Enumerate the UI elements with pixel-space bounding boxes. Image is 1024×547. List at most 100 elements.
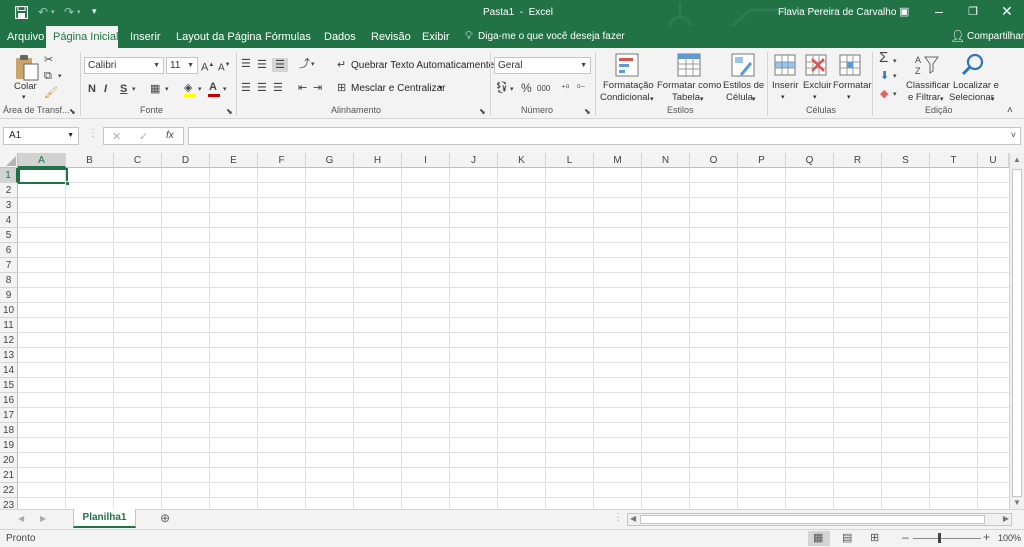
column-header-S[interactable]: S	[882, 153, 930, 168]
cell-styles-label-1[interactable]: Estilos de	[723, 80, 764, 92]
bold-button[interactable]: N	[88, 82, 96, 96]
column-header-D[interactable]: D	[162, 153, 210, 168]
insert-cells-button[interactable]: Inserir	[772, 80, 798, 92]
row-header-6[interactable]: 6	[0, 243, 18, 258]
row-header-8[interactable]: 8	[0, 273, 18, 288]
borders-dropdown-icon[interactable]: ▾	[165, 83, 169, 97]
comma-style-button[interactable]: 000	[537, 82, 550, 96]
wrap-text-button[interactable]: Quebrar Texto Automaticamente	[351, 60, 494, 71]
accounting-format-icon[interactable]: 💱︎	[495, 81, 509, 95]
row-header-22[interactable]: 22	[0, 483, 18, 498]
row-header-7[interactable]: 7	[0, 258, 18, 273]
sort-filter-label-1[interactable]: Classificar	[906, 80, 950, 92]
row-header-11[interactable]: 11	[0, 318, 18, 333]
font-color-icon[interactable]: A	[209, 80, 217, 94]
tab-revisao[interactable]: Revisão	[364, 26, 418, 48]
format-as-table-icon[interactable]	[677, 53, 703, 79]
align-bottom-icon[interactable]: ☰	[272, 58, 288, 72]
column-header-F[interactable]: F	[258, 153, 306, 168]
row-header-14[interactable]: 14	[0, 363, 18, 378]
fill-color-icon[interactable]: ◈	[184, 81, 192, 95]
delete-cells-icon[interactable]	[805, 53, 827, 77]
insert-function-icon[interactable]: fx	[166, 130, 174, 141]
horizontal-scroll-thumb[interactable]	[640, 515, 985, 524]
column-header-J[interactable]: J	[450, 153, 498, 168]
increase-font-icon[interactable]: A▲	[201, 58, 214, 75]
conditional-formatting-label-2[interactable]: Condicional	[600, 92, 650, 104]
row-header-4[interactable]: 4	[0, 213, 18, 228]
paste-dropdown-icon[interactable]: ▾	[22, 92, 26, 104]
chevron-down-icon[interactable]: ▾	[752, 94, 756, 106]
close-icon[interactable]: ✕	[1001, 3, 1013, 20]
ribbon-display-options-icon[interactable]: ▣	[899, 5, 909, 18]
find-select-label-1[interactable]: Localizar e	[953, 80, 999, 92]
row-header-1[interactable]: 1	[0, 168, 18, 183]
font-launcher-icon[interactable]: ⬊	[226, 105, 233, 119]
chevron-down-icon[interactable]: ▾	[991, 94, 995, 106]
tab-pagina-inicial[interactable]: Página Inicial	[46, 26, 118, 48]
italic-button[interactable]: I	[104, 82, 107, 96]
chevron-down-icon[interactable]: ▾	[847, 92, 851, 104]
user-name[interactable]: Flavia Pereira de Carvalho	[778, 7, 896, 18]
orientation-icon[interactable]: ⤴	[299, 57, 310, 71]
format-cells-icon[interactable]	[839, 53, 861, 77]
scroll-left-icon[interactable]: ◀	[630, 514, 636, 523]
wrap-text-icon[interactable]: ↵	[337, 58, 346, 72]
underline-button[interactable]: S	[120, 82, 127, 96]
align-right-icon[interactable]: ☰	[273, 81, 283, 95]
zoom-in-icon[interactable]: +	[983, 530, 990, 544]
zoom-slider-thumb[interactable]	[938, 533, 941, 543]
tab-inserir[interactable]: Inserir	[123, 26, 168, 48]
restore-icon[interactable]: ❐	[968, 5, 978, 18]
row-header-23[interactable]: 23	[0, 498, 18, 509]
column-header-U[interactable]: U	[978, 153, 1009, 168]
paste-icon[interactable]	[14, 53, 40, 81]
increase-indent-icon[interactable]: ⇥	[313, 81, 322, 95]
align-left-icon[interactable]: ☰	[241, 81, 251, 95]
name-box[interactable]: A1 ▼	[3, 127, 79, 145]
row-header-10[interactable]: 10	[0, 303, 18, 318]
row-header-16[interactable]: 16	[0, 393, 18, 408]
zoom-out-icon[interactable]: –	[902, 530, 909, 544]
column-header-N[interactable]: N	[642, 153, 690, 168]
zoom-level[interactable]: 100%	[998, 533, 1021, 543]
collapse-ribbon-icon[interactable]: ˄	[1007, 104, 1013, 118]
scroll-down-icon[interactable]: ▼	[1013, 498, 1021, 507]
row-header-19[interactable]: 19	[0, 438, 18, 453]
alignment-launcher-icon[interactable]: ⬊	[479, 105, 486, 119]
worksheet-grid[interactable]: ABCDEFGHIJKLMNOPQRSTU 1 2 3 4 5 6 7 8 9 10 11 12 13 1…	[0, 153, 1024, 509]
share-button[interactable]: Compartilhar	[967, 31, 1024, 42]
decrease-indent-icon[interactable]: ⇤	[298, 81, 307, 95]
column-header-B[interactable]: B	[66, 153, 114, 168]
column-header-T[interactable]: T	[930, 153, 978, 168]
next-sheet-icon[interactable]: ▶	[40, 514, 46, 523]
column-header-G[interactable]: G	[306, 153, 354, 168]
redo-icon[interactable]: ↷	[64, 5, 74, 19]
tell-me-search[interactable]: Diga-me o que você deseja fazer	[478, 31, 625, 42]
merge-center-button[interactable]: Mesclar e Centralizar	[351, 83, 445, 94]
redo-dropdown-icon[interactable]: ▾	[77, 8, 81, 16]
column-header-I[interactable]: I	[402, 153, 450, 168]
tab-dados[interactable]: Dados	[317, 26, 363, 48]
merge-center-icon[interactable]: ⊞	[337, 81, 346, 95]
sheet-tab-planilha1[interactable]: Planilha1	[73, 509, 136, 528]
column-header-H[interactable]: H	[354, 153, 402, 168]
row-header-15[interactable]: 15	[0, 378, 18, 393]
format-as-table-label-2[interactable]: Tabela	[672, 92, 700, 104]
formula-input[interactable]: ˅	[188, 127, 1021, 145]
scroll-right-icon[interactable]: ▶	[1003, 514, 1009, 523]
borders-icon[interactable]: ▦	[150, 82, 160, 96]
find-select-label-2[interactable]: Selecionar	[949, 92, 994, 104]
fill-icon[interactable]: ⬇	[880, 69, 889, 83]
cancel-icon[interactable]: ✕	[112, 130, 121, 143]
increase-decimal-icon[interactable]: ⁺⁰	[561, 81, 569, 95]
row-header-18[interactable]: 18	[0, 423, 18, 438]
row-header-20[interactable]: 20	[0, 453, 18, 468]
sort-filter-icon[interactable]: A Z	[915, 53, 939, 77]
column-header-C[interactable]: C	[114, 153, 162, 168]
fill-handle[interactable]	[65, 181, 70, 186]
fill-dropdown-icon[interactable]: ▾	[893, 70, 897, 84]
column-header-E[interactable]: E	[210, 153, 258, 168]
column-header-O[interactable]: O	[690, 153, 738, 168]
cell-styles-icon[interactable]	[731, 53, 757, 79]
